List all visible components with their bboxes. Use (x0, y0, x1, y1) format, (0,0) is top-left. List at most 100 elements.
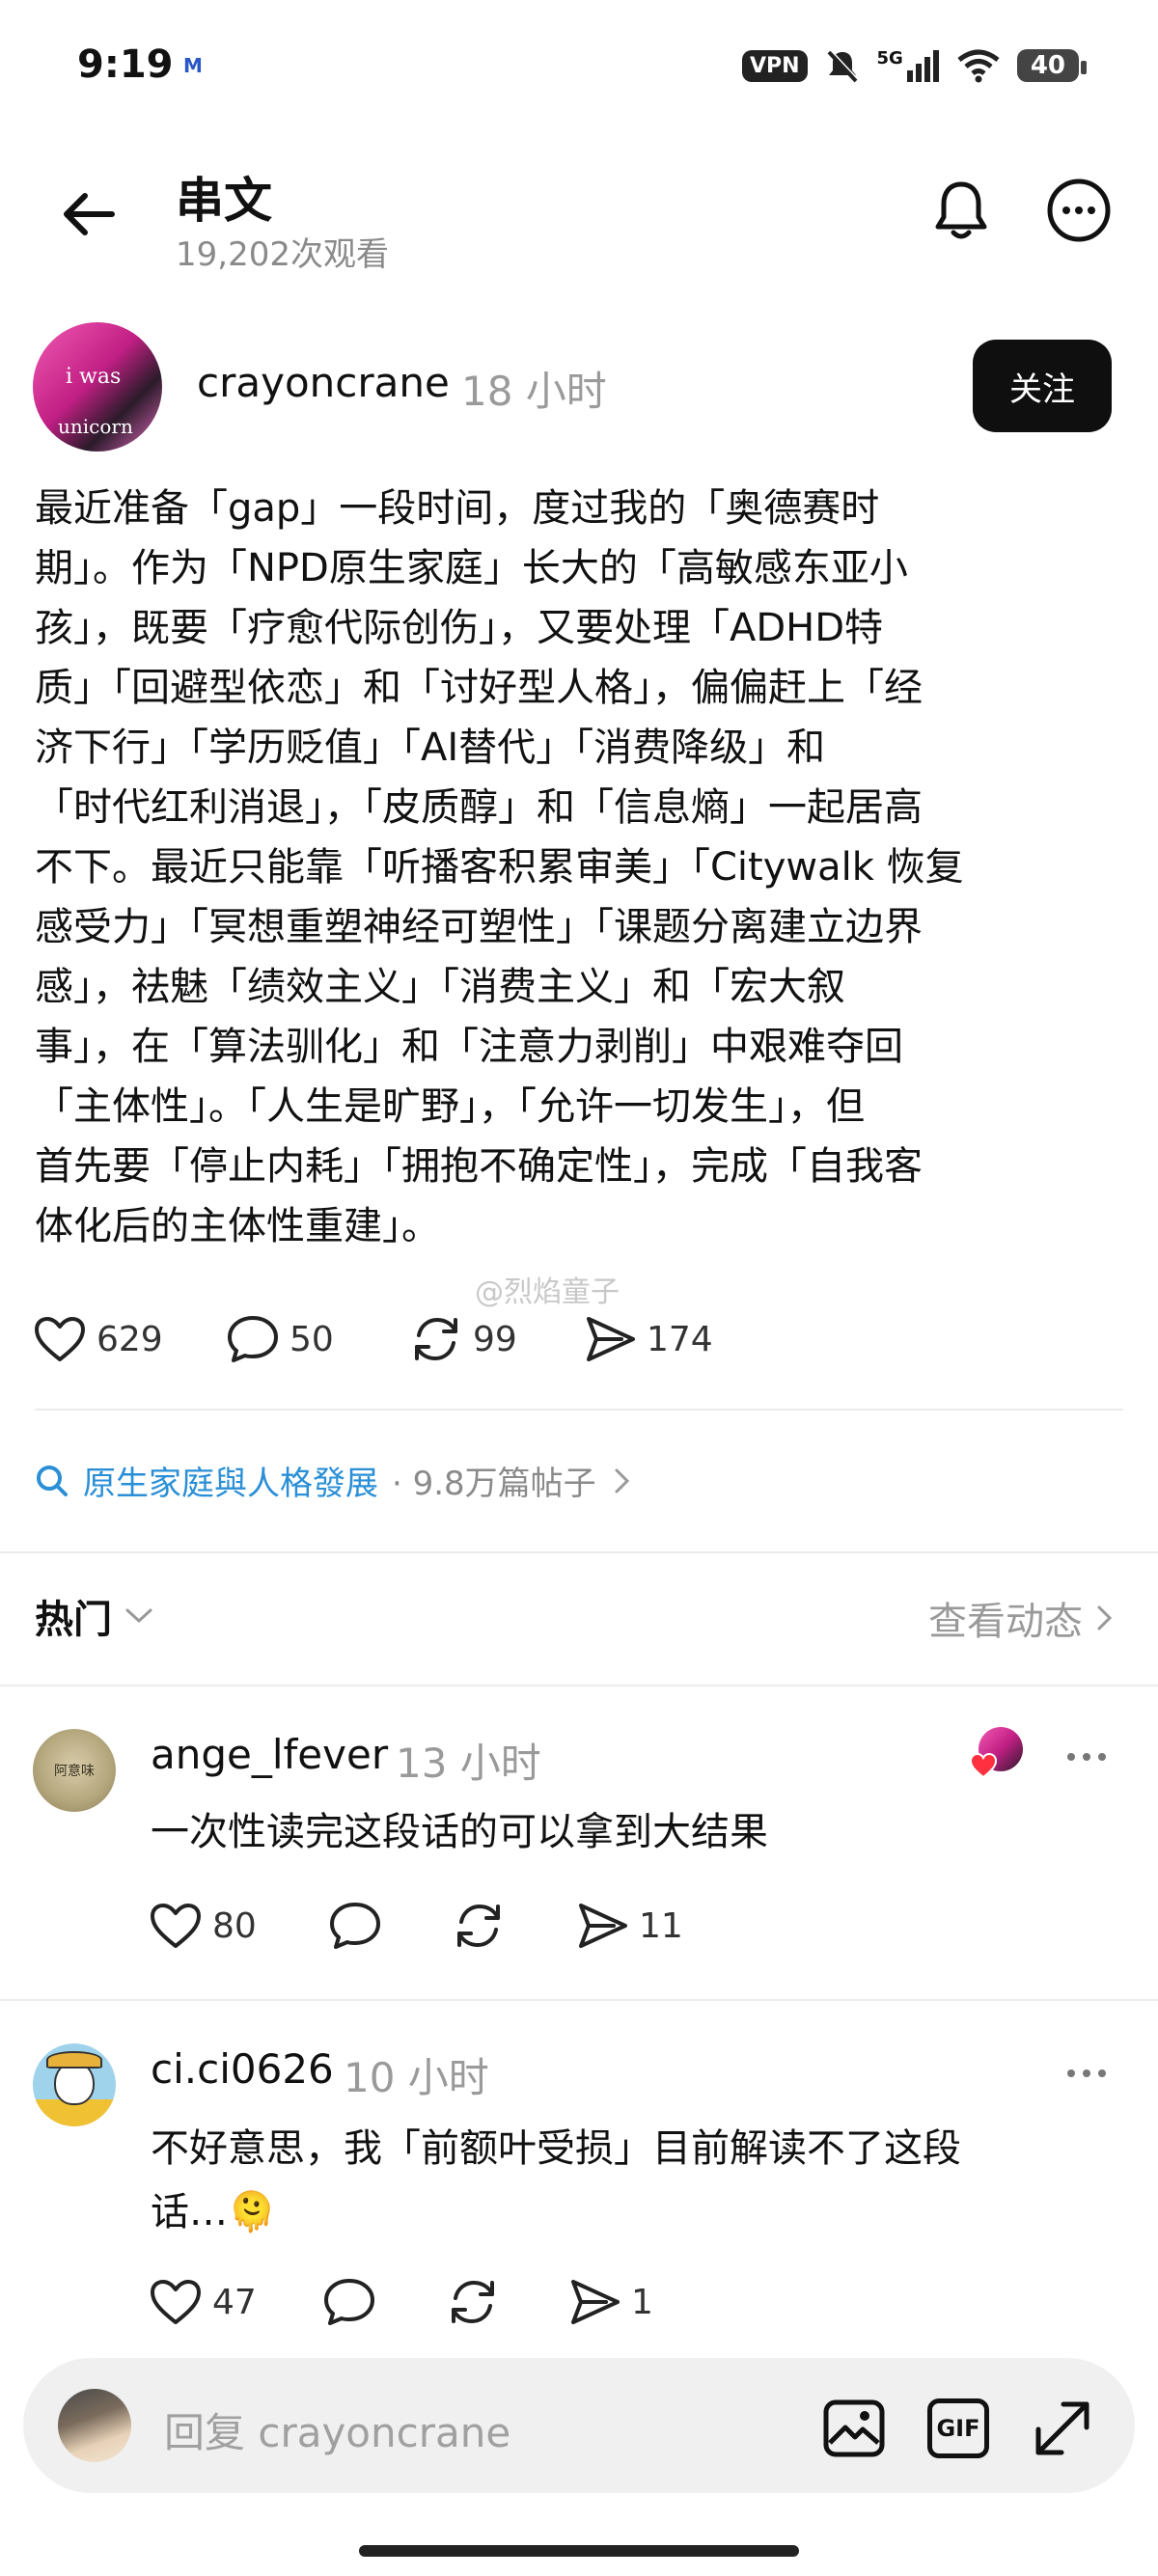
arrow-left-icon (64, 193, 115, 235)
comment-timestamp: 10 小时 (344, 2054, 489, 2101)
share-button[interactable]: 11 (575, 1902, 683, 1950)
attach-gif-button[interactable]: GIF (924, 2395, 992, 2462)
mute-icon (827, 49, 859, 83)
like-button[interactable]: 80 (149, 1902, 328, 1950)
comment-author-username[interactable]: ci.ci0626 (151, 2045, 334, 2093)
heart-icon (35, 1317, 85, 1361)
search-icon (37, 1465, 68, 1496)
heart-filled-icon (969, 1752, 998, 1779)
comment-actions: 47 1 (149, 2277, 653, 2327)
comment-more-button[interactable] (1065, 2049, 1108, 2088)
comment-button[interactable] (328, 1901, 452, 1951)
post-text: 最近准备「gap」一段时间，度过我的「奥德赛时 期」。作为「NPD原生家庭」长大… (35, 486, 964, 1248)
attach-image-button[interactable] (820, 2395, 888, 2462)
share-count: 1 (631, 2282, 653, 2322)
divider (0, 1551, 1158, 1553)
post-author-username[interactable]: crayoncrane (197, 359, 450, 406)
status-icons: VPN 5G 40 (741, 46, 1088, 85)
repost-icon (452, 2280, 494, 2324)
post-actions: 629 50 99 174 (33, 1308, 713, 1370)
bell-icon (935, 181, 987, 239)
status-bar: 9:19 M VPN 5G 40 (0, 0, 1158, 135)
repost-button[interactable] (446, 2277, 567, 2327)
view-count: 19,202次观看 (176, 235, 389, 274)
chevron-right-icon (1097, 1605, 1113, 1631)
comment-more-button[interactable] (1065, 1733, 1108, 1771)
avatar-hat (46, 2051, 102, 2069)
post-timestamp: 18 小时 (461, 368, 607, 415)
vpn-icon: VPN (741, 49, 808, 82)
comment-actions: 80 11 (149, 1901, 683, 1951)
view-activity-label: 查看动态 (928, 1600, 1083, 1644)
topic-link[interactable]: 原生家庭與人格發展 · 9.8万篇帖子 (35, 1457, 633, 1504)
like-button[interactable]: 629 (33, 1315, 226, 1363)
comment-icon (330, 1903, 380, 1949)
chevron-right-icon (615, 1468, 629, 1493)
image-icon (823, 2399, 885, 2457)
more-options-button[interactable] (1042, 174, 1116, 247)
comment-icon (324, 2279, 374, 2325)
battery-icon: 40 (1016, 49, 1088, 82)
divider (0, 1999, 1158, 2001)
page-title: 串文 (176, 173, 272, 229)
comment-button[interactable]: 50 (226, 1314, 409, 1364)
comment-text: 不好意思，我「前额叶受损」目前解读不了这段 话…🫠 (151, 2126, 961, 2234)
comment-icon (228, 1316, 278, 1362)
more-dots-icon (1067, 2069, 1106, 2077)
home-indicator[interactable] (359, 2545, 799, 2557)
mail-notification-icon: M (183, 54, 203, 77)
repost-button[interactable] (452, 1901, 575, 1951)
comment-author-avatar[interactable]: 阿意味 (33, 1729, 116, 1812)
sort-dropdown[interactable]: 热门 (35, 1588, 154, 1644)
heart-icon (151, 1904, 201, 1948)
reply-input[interactable]: 回复 crayoncrane (164, 2400, 510, 2459)
more-dots-icon (1067, 1753, 1106, 1761)
like-count: 47 (212, 2282, 257, 2322)
post-author-avatar[interactable]: i was unicorn (33, 322, 162, 452)
comment-timestamp: 13 小时 (396, 1740, 541, 1787)
view-activity-link[interactable]: 查看动态 (928, 1590, 1116, 1646)
like-count: 80 (212, 1905, 257, 1946)
network-type: 5G (876, 47, 903, 69)
avatar-text: unicorn (58, 415, 133, 438)
send-icon (571, 2280, 620, 2324)
follow-button[interactable]: 关注 (973, 340, 1112, 432)
expand-icon (1035, 2401, 1089, 2455)
topic-post-count: · 9.8万篇帖子 (392, 1465, 596, 1503)
topic-name: 原生家庭與人格發展 (83, 1465, 378, 1503)
status-time: 9:19 (77, 42, 174, 87)
repost-button[interactable]: 99 (409, 1314, 583, 1364)
back-button[interactable] (56, 181, 122, 247)
more-horizontal-icon (1047, 178, 1111, 242)
like-count: 629 (96, 1319, 163, 1359)
sort-label: 热门 (35, 1598, 112, 1642)
expand-composer-button[interactable] (1029, 2395, 1096, 2462)
heart-icon (151, 2280, 201, 2324)
comment-author-username[interactable]: ange_lfever (151, 1731, 388, 1778)
comment-count: 50 (290, 1319, 334, 1359)
gif-label: GIF (936, 2415, 980, 2442)
repost-count: 99 (473, 1319, 517, 1359)
repost-icon (415, 1317, 457, 1361)
share-button[interactable]: 1 (567, 2278, 653, 2326)
notification-button[interactable] (924, 174, 998, 247)
avatar-text: 阿意味 (54, 1764, 95, 1779)
repost-icon (457, 1904, 500, 1948)
top-app-bar: 串文 19,202次观看 (0, 145, 1158, 280)
like-button[interactable]: 47 (149, 2278, 322, 2326)
comment-button[interactable] (322, 2277, 446, 2327)
share-button[interactable]: 174 (583, 1315, 713, 1363)
current-user-avatar (58, 2389, 131, 2462)
comment-author-avatar[interactable] (33, 2043, 116, 2126)
send-icon (579, 1904, 627, 1948)
comment-text: 一次性读完这段话的可以拿到大结果 (151, 1810, 768, 1854)
gif-icon: GIF (927, 2398, 989, 2458)
share-count: 11 (639, 1905, 683, 1946)
divider (35, 1409, 1123, 1411)
divider (0, 1685, 1158, 1686)
wifi-icon (957, 49, 1000, 83)
send-icon (587, 1317, 635, 1361)
chevron-down-icon (125, 1608, 152, 1624)
reply-composer[interactable]: 回复 crayoncrane GIF (23, 2358, 1135, 2493)
signal-icon (906, 50, 939, 82)
